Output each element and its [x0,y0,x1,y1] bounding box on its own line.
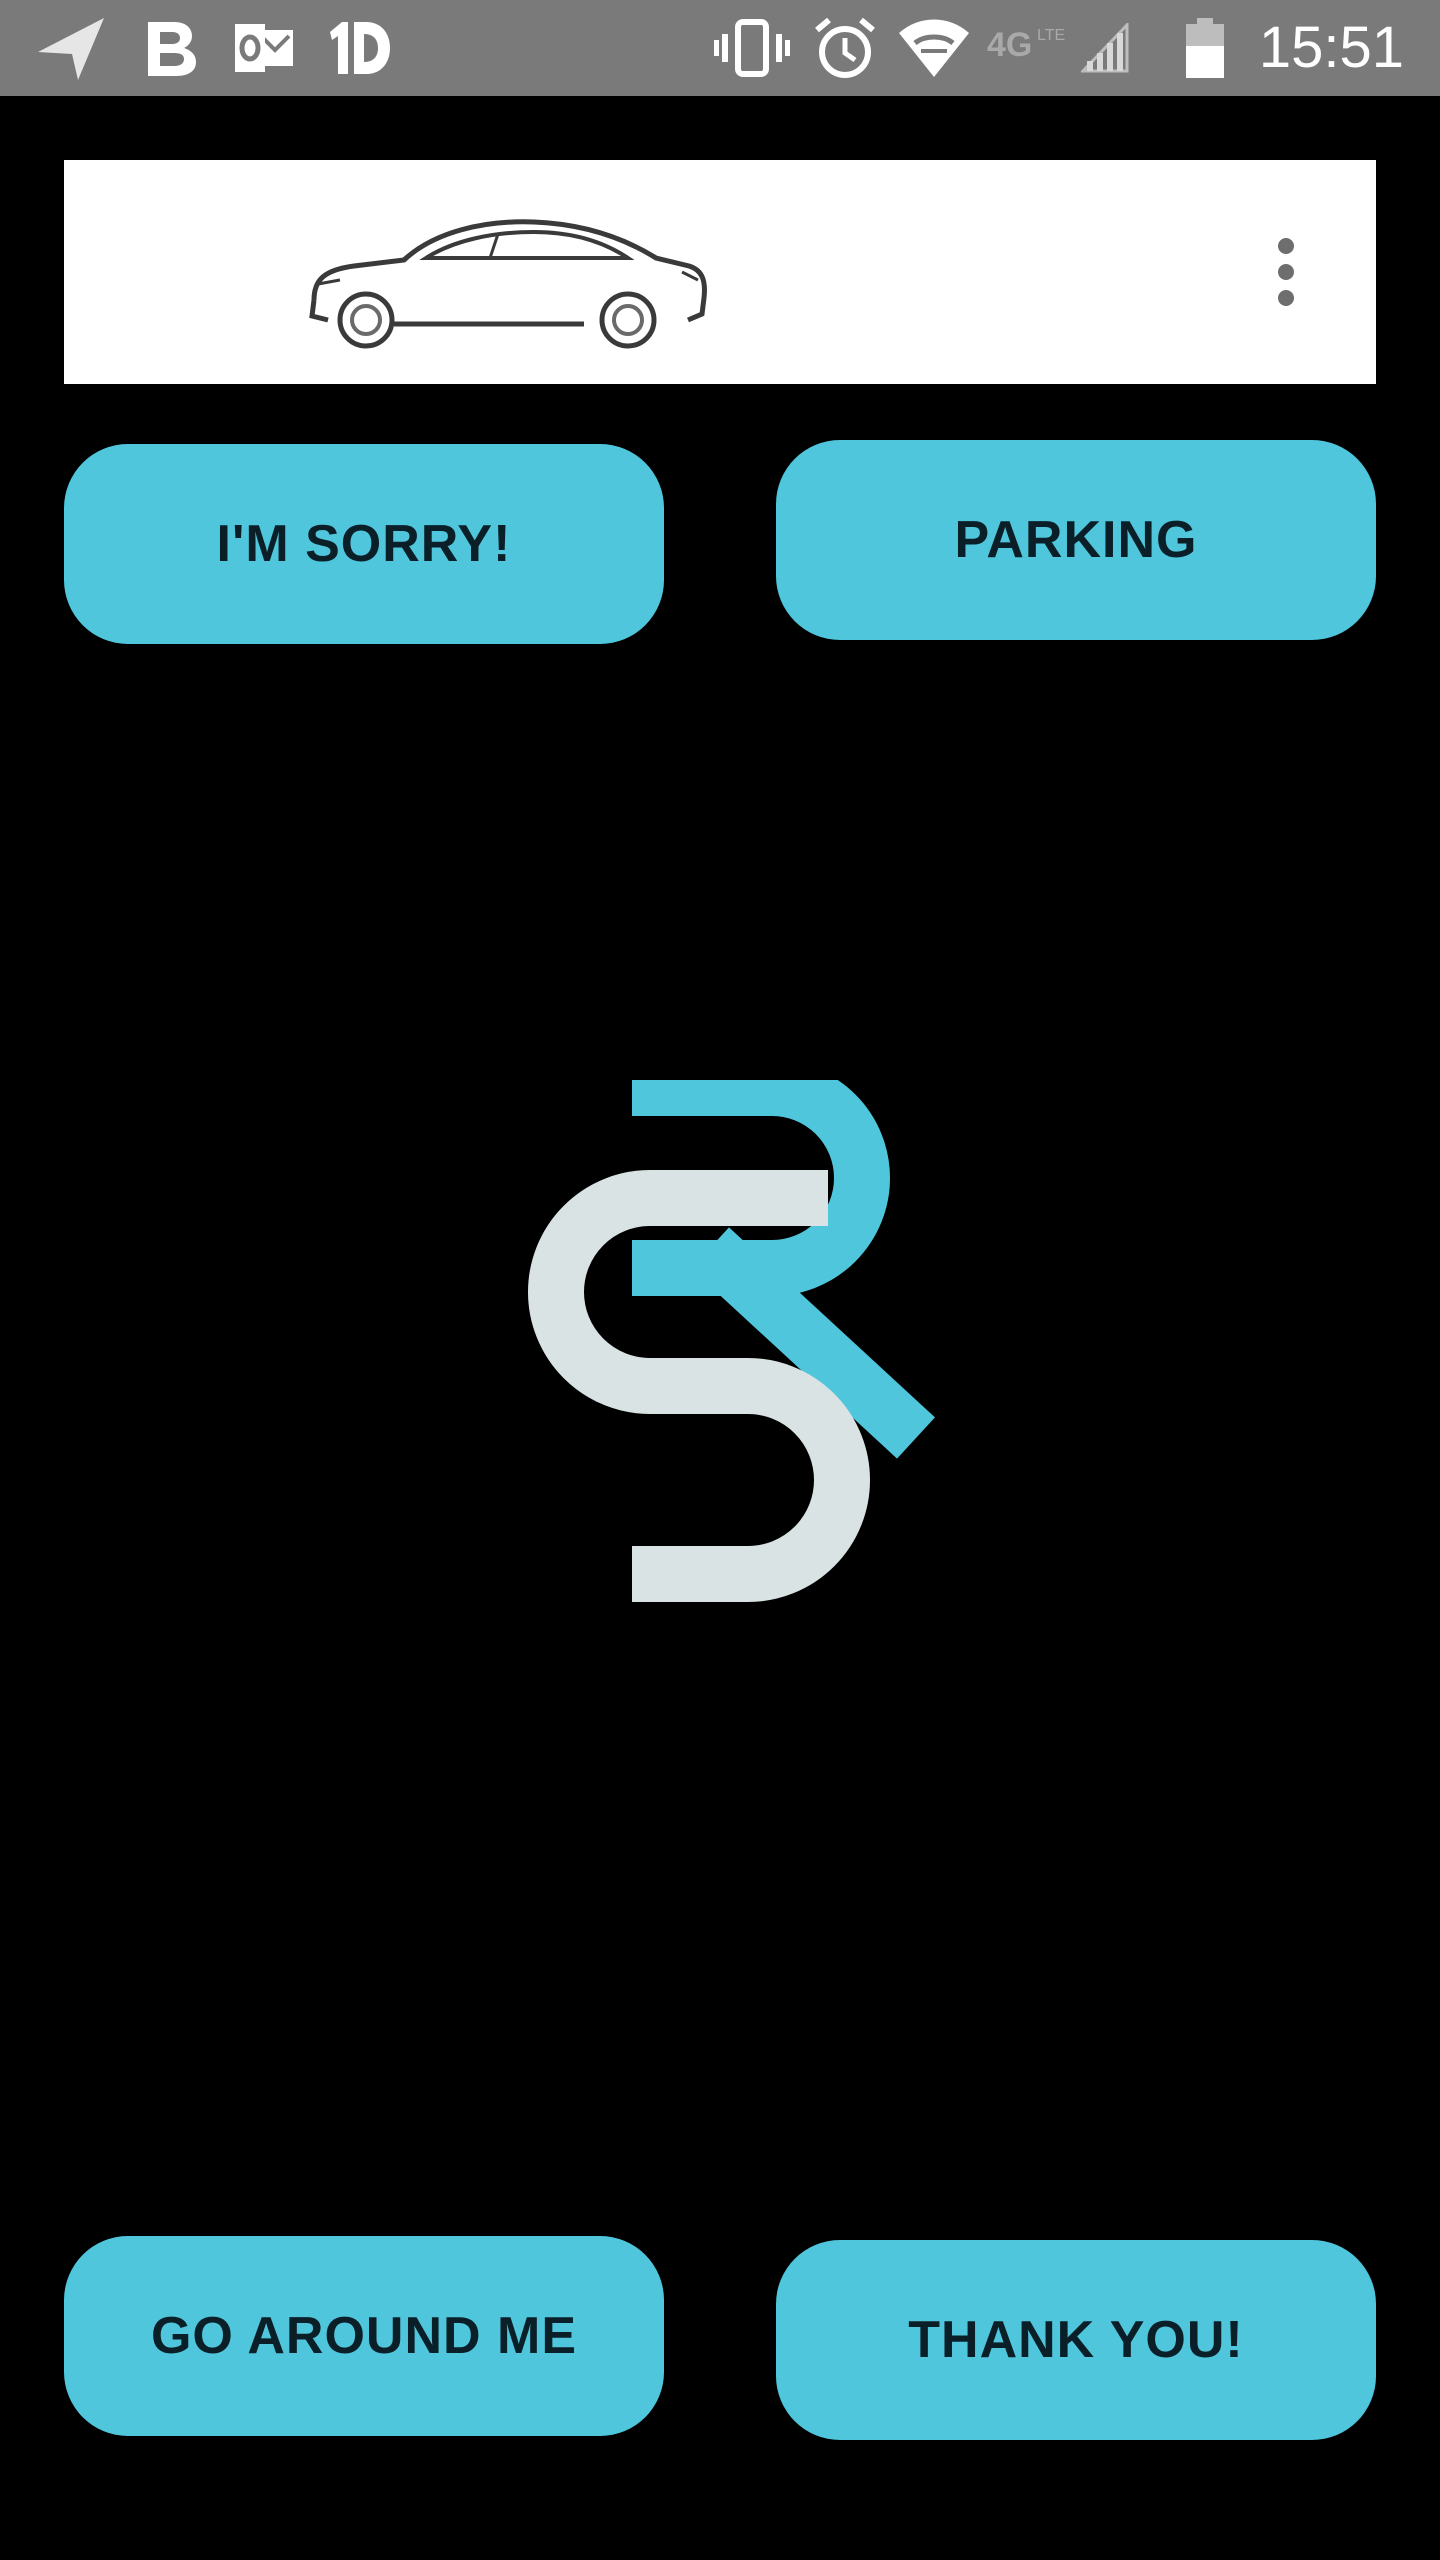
menu-dot [1278,290,1294,306]
4g-lte-icon: 4G LTE [986,14,1066,82]
svg-text:4G: 4G [987,26,1032,64]
app-screen: 4G LTE 15:51 I'M SORRY! PARKING GO AROUN… [0,0,1440,2560]
wifi-icon [896,14,972,82]
menu-dot [1278,238,1294,254]
im-sorry-button[interactable]: I'M SORRY! [64,444,664,644]
go-around-me-button[interactable]: GO AROUND ME [64,2236,664,2436]
sr-logo-icon [528,1080,935,1602]
svg-text:LTE: LTE [1037,27,1065,44]
thank-you-button[interactable]: THANK YOU! [776,2240,1376,2440]
vibrate-icon [712,14,792,82]
menu-dot [1278,264,1294,280]
car-outline-icon [284,180,744,364]
status-time: 15:51 [1258,15,1404,80]
header-banner [64,160,1376,384]
parking-button[interactable]: PARKING [776,440,1376,640]
status-bar: 4G LTE 15:51 [0,0,1440,96]
signal-icon [1080,14,1130,82]
alarm-icon [810,14,880,82]
more-vertical-icon[interactable] [1236,222,1336,322]
one-d-icon [324,14,394,82]
outlook-icon [232,14,296,82]
back-arrow-icon[interactable] [30,14,110,82]
battery-icon [1182,14,1228,82]
b-app-icon [140,14,200,82]
